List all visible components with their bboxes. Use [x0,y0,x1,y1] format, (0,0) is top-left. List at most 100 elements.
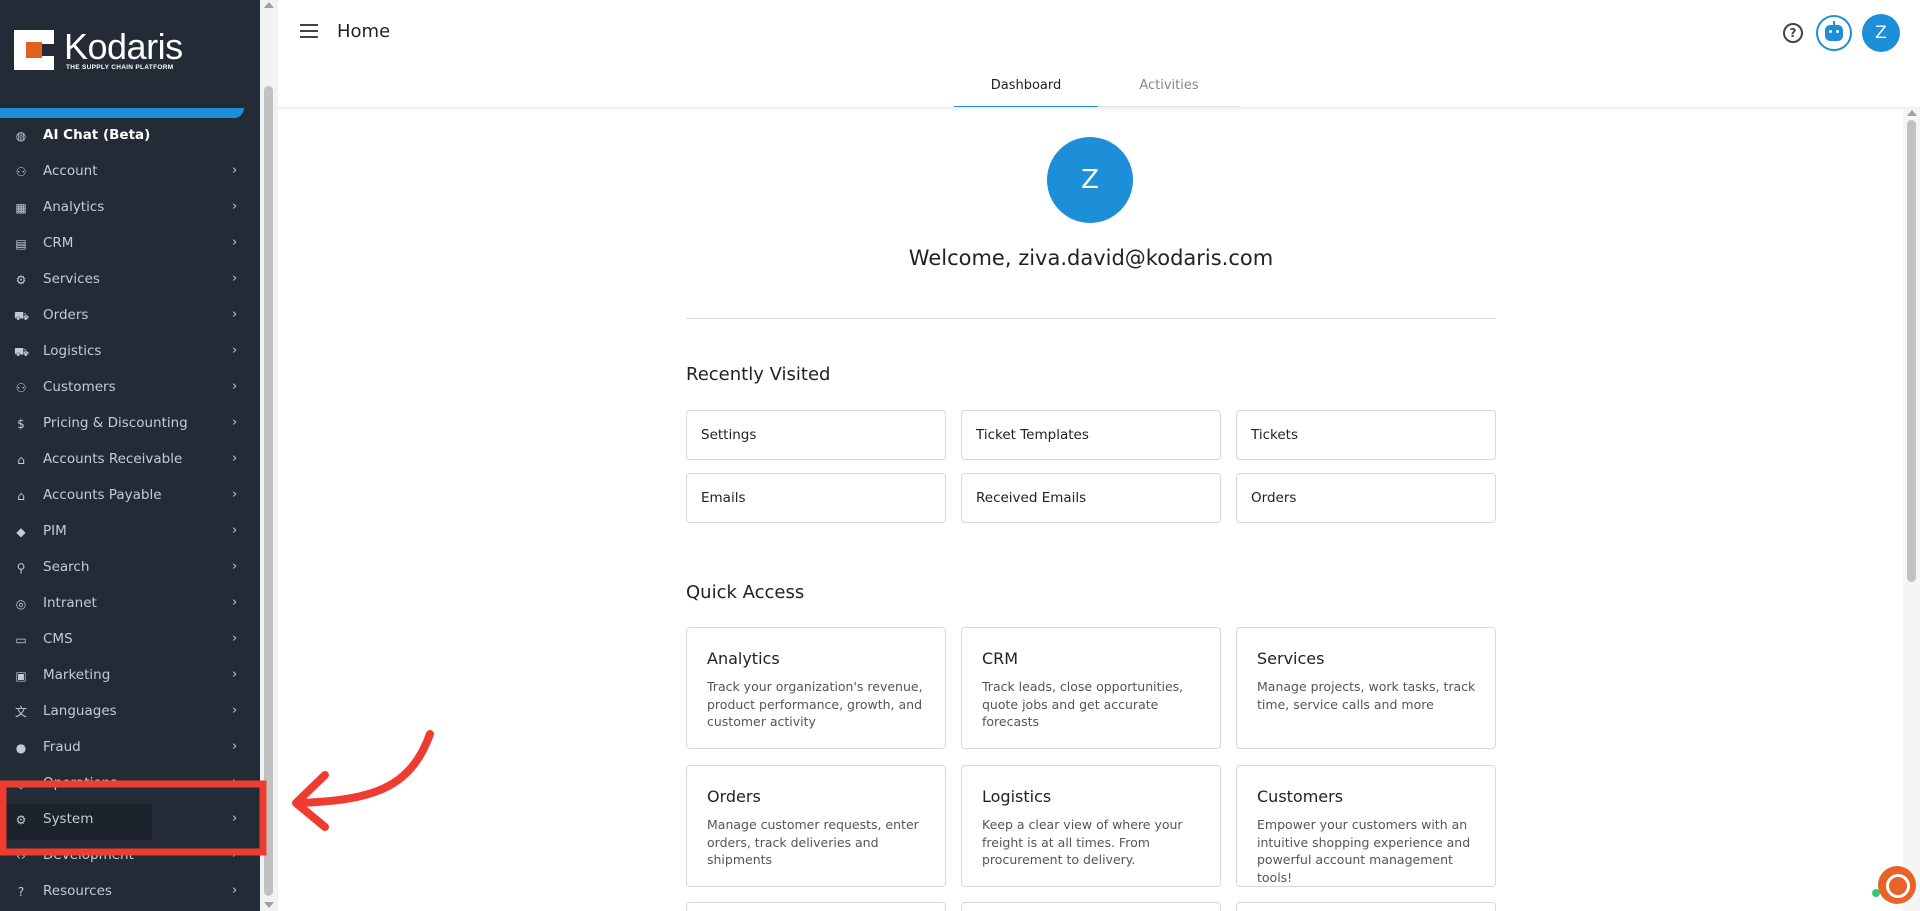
chevron-right-icon: › [232,739,238,754]
sidebar-item-fraud[interactable]: ● Fraud › [0,730,250,766]
chevron-right-icon: › [232,343,238,358]
recently-visited-card[interactable]: Emails [686,473,946,523]
chevron-right-icon: › [232,451,238,466]
sidebar-item-analytics[interactable]: ▦ Analytics › [0,190,250,226]
quick-access-card-customers[interactable]: Customers Empower your customers with an … [1236,765,1496,887]
quick-access-card-partial[interactable] [686,902,946,911]
sidebar-item-accounts-receivable[interactable]: ⌂ Accounts Receivable › [0,442,250,478]
bank-icon: ⌂ [17,453,25,467]
sidebar-item-marketing[interactable]: ▣ Marketing › [0,658,250,694]
quick-access-card-partial[interactable] [1236,902,1496,911]
sidebar-item-account[interactable]: ⚇ Account › [0,154,250,190]
sidebar-item-crm[interactable]: ▤ CRM › [0,226,250,262]
quick-access-card-partial[interactable] [961,902,1221,911]
sidebar-item-label: Languages [43,703,117,719]
tab-dashboard[interactable]: Dashboard [954,66,1098,108]
sidebar-item-label: Operations [43,775,118,791]
chevron-right-icon: › [232,271,238,286]
globe-icon: ◎ [15,597,27,611]
sidebar-item-ai-chat-beta[interactable]: ◍ AI Chat (Beta) [0,118,250,154]
scroll-down-arrow-icon[interactable] [264,902,274,908]
quick-access-card-services[interactable]: Services Manage projects, work tasks, tra… [1236,627,1496,749]
sidebar-item-accounts-payable[interactable]: ⌂ Accounts Payable › [0,478,250,514]
logo-mark-icon [14,30,54,70]
id-card-icon: ▣ [15,669,27,683]
sidebar-item-label: Development [43,847,134,863]
top-bar: Home ? Z [278,0,1920,66]
operations-icon: ◈ [16,777,26,791]
sidebar-item-development[interactable]: ‹› Development › [0,838,250,874]
recently-visited-label: Tickets [1251,427,1298,443]
recently-visited-card[interactable]: Orders [1236,473,1496,523]
chevron-right-icon: › [232,487,238,502]
logo-text: Kodaris [64,26,183,67]
chat-widget-icon[interactable] [1878,866,1916,904]
tab-activities[interactable]: Activities [1098,66,1240,108]
sidebar-scroll-thumb[interactable] [264,86,273,896]
sidebar-item-search[interactable]: ⚲ Search › [0,550,250,586]
sidebar-item-pim[interactable]: ◆ PIM › [0,514,250,550]
alert-icon: ● [15,741,27,755]
quick-access-card-title: Customers [1257,787,1344,806]
recently-visited-title: Recently Visited [686,364,831,385]
recently-visited-card[interactable]: Tickets [1236,410,1496,460]
sidebar-item-label: Search [43,559,90,575]
kodaris-logo[interactable]: Kodaris THE SUPPLY CHAIN PLATFORM [14,26,184,75]
sidebar-item-orders[interactable]: ⛟ Orders › [0,298,250,334]
sidebar-item-label: CMS [43,631,73,647]
people-icon: ⚇ [15,381,27,395]
sidebar-item-label: Customers [43,379,116,395]
sidebar-item-label: Accounts Payable [43,487,162,503]
code-icon: ‹› [16,849,26,863]
recently-visited-card[interactable]: Ticket Templates [961,410,1221,460]
quick-access-card-logistics[interactable]: Logistics Keep a clear view of where your… [961,765,1221,887]
sidebar-item-label: CRM [43,235,74,251]
chevron-right-icon: › [232,703,238,718]
quick-access-card-title: Logistics [982,787,1052,806]
scroll-up-arrow-icon[interactable] [264,2,274,8]
main-scroll-thumb[interactable] [1907,120,1916,582]
robot-icon: ◍ [15,129,27,143]
chevron-right-icon: › [232,523,238,538]
bank-icon: ⌂ [17,489,25,503]
help-icon[interactable]: ? [1783,23,1803,43]
sidebar-item-languages[interactable]: 文 Languages › [0,694,250,730]
recently-visited-label: Emails [701,490,746,506]
sidebar-item-services[interactable]: ⚙ Services › [0,262,250,298]
ai-assistant-button[interactable] [1816,15,1852,51]
sidebar-item-system[interactable]: ⚙ System › [0,802,250,838]
sidebar-item-pricing-discounting[interactable]: $ Pricing & Discounting › [0,406,250,442]
recently-visited-label: Orders [1251,490,1297,506]
search-icon: ⚲ [16,561,26,575]
sidebar-item-resources[interactable]: ? Resources › [0,874,250,910]
sidebar-scrollbar[interactable] [260,0,278,911]
recently-visited-label: Received Emails [976,490,1087,506]
main-scrollbar[interactable] [1903,108,1920,911]
logo-tagline: THE SUPPLY CHAIN PLATFORM [66,64,174,71]
quick-access-card-orders[interactable]: Orders Manage customer requests, enter or… [686,765,946,887]
hamburger-menu-icon[interactable] [300,24,318,38]
annotation-overlay [0,730,434,856]
chevron-right-icon: › [232,667,238,682]
quick-access-card-analytics[interactable]: Analytics Track your organization's reven… [686,627,946,749]
sidebar-item-operations[interactable]: ◈ Operations › [0,766,250,802]
quick-access-card-description: Manage projects, work tasks, track time,… [1257,679,1476,712]
sidebar-item-logistics[interactable]: ⛟ Logistics › [0,334,250,370]
sidebar-item-customers[interactable]: ⚇ Customers › [0,370,250,406]
sidebar-item-label: Fraud [43,739,81,755]
sidebar-item-label: AI Chat (Beta) [43,127,151,143]
sidebar-item-label: Pricing & Discounting [43,415,188,431]
chevron-right-icon: › [232,847,238,862]
recently-visited-card[interactable]: Settings [686,410,946,460]
scroll-up-arrow-icon[interactable] [1907,110,1917,116]
person-icon: ⚇ [15,165,27,179]
quick-access-card-crm[interactable]: CRM Track leads, close opportunities, quo… [961,627,1221,749]
recently-visited-card[interactable]: Received Emails [961,473,1221,523]
quick-access-card-description: Manage customer requests, enter orders, … [707,817,919,867]
user-avatar-button[interactable]: Z [1862,14,1900,52]
sidebar-item-intranet[interactable]: ◎ Intranet › [0,586,250,622]
chart-icon: ▦ [15,201,27,215]
sidebar-item-label: Logistics [43,343,102,359]
recently-visited-label: Ticket Templates [976,427,1089,443]
sidebar-item-cms[interactable]: ▭ CMS › [0,622,250,658]
